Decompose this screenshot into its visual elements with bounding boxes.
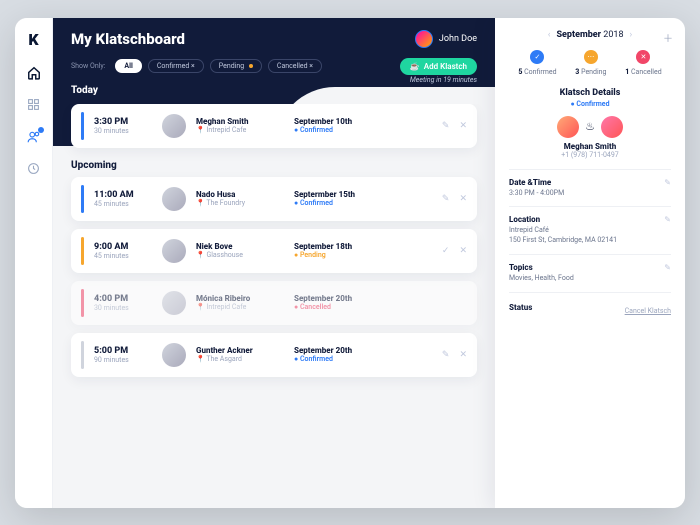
close-icon[interactable]: ✕ (459, 194, 467, 204)
avatar (162, 343, 186, 367)
edit-icon[interactable]: ✎ (442, 350, 450, 360)
card-actions: ✓✕ (442, 246, 467, 256)
edit-icon[interactable]: ✎ (442, 121, 450, 131)
attendee-phone: +1 (978) 711-0497 (509, 151, 671, 159)
filter-all[interactable]: All (115, 59, 141, 73)
close-icon[interactable]: ✕ (459, 121, 467, 131)
coffee-icon: ♨ (585, 120, 595, 133)
stat-badge: ✕ (636, 50, 650, 64)
avatar (415, 30, 433, 48)
card-time: 9:00 AM45 minutes (94, 242, 152, 260)
status-bar (81, 112, 84, 140)
logo: K (28, 30, 38, 49)
details-panel: ＋ ‹ September 2018 › ✓ 5 Confirmed ⋯ 3 P… (495, 18, 685, 508)
cancel-klatsch-link[interactable]: Cancel Klatsch (625, 301, 671, 315)
stat-item: ✕ 1 Cancelled (625, 50, 661, 76)
status-bar (81, 289, 84, 317)
detail-row: TopicsMovies, Health, Food ✎ (509, 254, 671, 292)
nav-rail: K (15, 18, 53, 508)
klatsch-card[interactable]: 11:00 AM45 minutes Nado Husa📍 The Foundr… (71, 177, 477, 221)
avatar (162, 239, 186, 263)
detail-rows: Date &Time3:30 PM - 4:00PM ✎ LocationInt… (509, 169, 671, 292)
today-list: 3:30 PM30 minutes Meghan Smith📍 Intrepid… (71, 104, 477, 148)
card-time: 4:00 PM30 minutes (94, 294, 152, 312)
klatsch-card[interactable]: 4:00 PM30 minutes Mónica Ribeiro📍 Intrep… (71, 281, 477, 325)
today-heading: Today (71, 85, 477, 96)
check-icon[interactable]: ✓ (442, 246, 450, 256)
card-actions: ✎✕ (442, 350, 467, 360)
details-title: Klatsch Details (509, 88, 671, 98)
add-icon[interactable]: ＋ (663, 30, 673, 45)
card-actions: ✎✕ (442, 121, 467, 131)
klatsch-card[interactable]: 3:30 PM30 minutes Meghan Smith📍 Intrepid… (71, 104, 477, 148)
next-month-icon[interactable]: › (630, 30, 633, 40)
main-column: My Klatschboard John Doe Show Only: All … (53, 18, 495, 508)
edit-icon[interactable]: ✎ (664, 178, 671, 187)
coffee-icon: ☕ (410, 62, 420, 71)
stat-item: ⋯ 3 Pending (575, 50, 606, 76)
grid-icon[interactable] (26, 97, 42, 113)
status-bar (81, 185, 84, 213)
prev-month-icon[interactable]: ‹ (548, 30, 551, 40)
card-time: 11:00 AM45 minutes (94, 190, 152, 208)
home-icon[interactable] (26, 65, 42, 81)
card-date: Septermber 15th● Confirmed (294, 190, 376, 207)
avatar (601, 116, 623, 138)
edit-icon[interactable]: ✎ (664, 263, 671, 272)
user-name: John Doe (439, 34, 477, 44)
edit-icon[interactable]: ✎ (442, 194, 450, 204)
avatar (557, 116, 579, 138)
close-icon[interactable]: ✕ (459, 350, 467, 360)
attendee-pair: ♨ (509, 116, 671, 138)
calendar-nav: ‹ September 2018 › (509, 30, 671, 40)
status-bar (81, 237, 84, 265)
filter-bar: Show Only: All Confirmed × Pending Cance… (71, 58, 477, 75)
card-time: 3:30 PM30 minutes (94, 117, 152, 135)
stat-item: ✓ 5 Confirmed (518, 50, 556, 76)
avatar (162, 187, 186, 211)
card-person: Gunther Ackner📍 The Asgard (196, 346, 284, 363)
status-bar (81, 341, 84, 369)
card-person: Mónica Ribeiro📍 Intrepid Cafe (196, 294, 284, 311)
upcoming-list: 11:00 AM45 minutes Nado Husa📍 The Foundr… (71, 177, 477, 377)
stat-badge: ✓ (530, 50, 544, 64)
filter-confirmed[interactable]: Confirmed × (148, 59, 204, 73)
stat-badge: ⋯ (584, 50, 598, 64)
filter-label: Show Only: (71, 62, 105, 70)
add-klatsch-button[interactable]: ☕Add Klastch (400, 58, 477, 75)
avatar (162, 114, 186, 138)
detail-row: LocationIntrepid Café150 First St, Cambr… (509, 206, 671, 254)
card-date: September 10th● Confirmed (294, 117, 376, 134)
card-date: September 20th● Confirmed (294, 346, 376, 363)
klatsch-card[interactable]: 9:00 AM45 minutes Niek Bove📍 Glasshouse … (71, 229, 477, 273)
filter-cancelled[interactable]: Cancelled × (268, 59, 322, 73)
page-title: My Klatschboard (71, 30, 185, 48)
app-window: K My Klatschboard John Doe Show Only: Al… (15, 18, 685, 508)
close-icon[interactable]: ✕ (459, 246, 467, 256)
edit-icon[interactable]: ✎ (664, 215, 671, 224)
klatsch-card[interactable]: 5:00 PM90 minutes Gunther Ackner📍 The As… (71, 333, 477, 377)
card-person: Nado Husa📍 The Foundry (196, 190, 284, 207)
filter-pending[interactable]: Pending (210, 59, 262, 73)
meeting-countdown: Meeting in 19 minutes (410, 76, 477, 84)
card-person: Meghan Smith📍 Intrepid Cafe (196, 117, 284, 134)
avatar (162, 291, 186, 315)
card-person: Niek Bove📍 Glasshouse (196, 242, 284, 259)
clock-icon[interactable] (26, 161, 42, 177)
details-status: ● Confirmed (509, 100, 671, 108)
user-menu[interactable]: John Doe (415, 30, 477, 48)
status-label: Status (509, 303, 532, 312)
content-scroll[interactable]: 3:30 PM30 minutes Meghan Smith📍 Intrepid… (53, 104, 495, 508)
card-time: 5:00 PM90 minutes (94, 346, 152, 364)
attendee-name: Meghan Smith (509, 142, 671, 151)
upcoming-heading: Upcoming (71, 160, 477, 171)
card-actions: ✎✕ (442, 194, 467, 204)
detail-row: Date &Time3:30 PM - 4:00PM ✎ (509, 169, 671, 207)
month-stats: ✓ 5 Confirmed ⋯ 3 Pending ✕ 1 Cancelled (509, 50, 671, 76)
users-icon[interactable] (26, 129, 42, 145)
card-date: September 20th● Cancelled (294, 294, 376, 311)
card-date: September 18th● Pending (294, 242, 376, 259)
